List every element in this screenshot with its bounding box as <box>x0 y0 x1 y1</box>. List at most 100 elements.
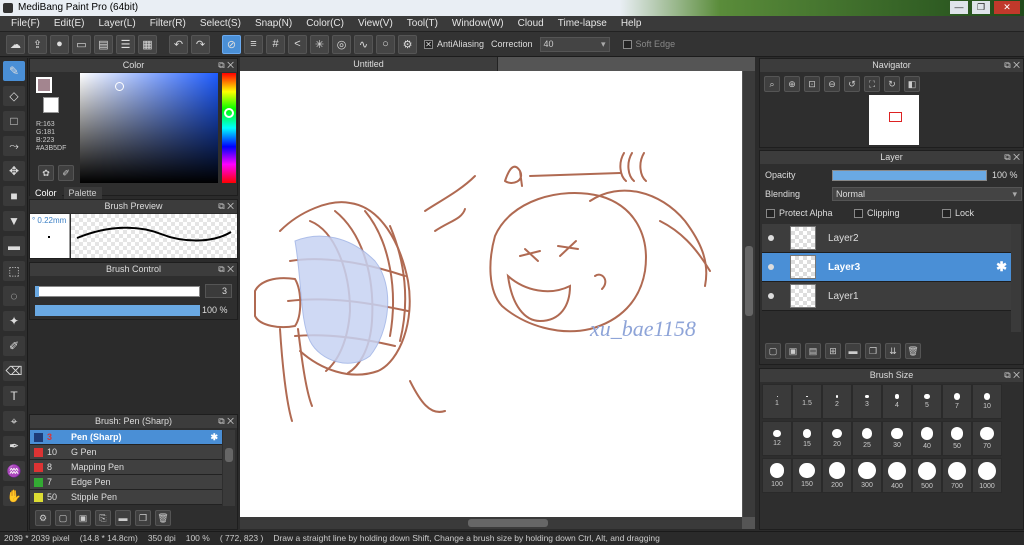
merge-layer-icon[interactable]: ⇊ <box>885 343 901 359</box>
foreground-color-swatch[interactable] <box>36 77 52 93</box>
hue-slider[interactable] <box>222 73 236 183</box>
antialias-toggle[interactable]: ✕ AntiAliasing <box>424 39 484 49</box>
blending-select[interactable]: Normal ▾ <box>832 187 1022 201</box>
new-halftone-layer-icon[interactable]: ▣ <box>785 343 801 359</box>
zoom-icon[interactable]: ⌕ <box>764 76 780 92</box>
brush-size-value[interactable]: 3 <box>205 284 232 298</box>
circle-snap-icon[interactable]: ○ <box>376 34 395 54</box>
brush-size-cell[interactable]: 500 <box>912 458 942 493</box>
brush-settings-icon[interactable]: ✱ <box>210 432 218 443</box>
brush-size-cell[interactable]: 25 <box>852 421 882 456</box>
grid-snap-icon[interactable]: # <box>266 34 285 54</box>
panel-controls[interactable]: ⧉ ✕ <box>218 415 234 428</box>
cloud-icon[interactable]: ☁ <box>6 34 25 54</box>
fill-rect-tool-icon[interactable]: ■ <box>3 186 25 206</box>
menu-color[interactable]: Color(C) <box>299 18 351 29</box>
eyedropper-icon[interactable]: ✒ <box>3 436 25 456</box>
curve-snap-icon[interactable]: ∿ <box>354 34 373 54</box>
menu-help[interactable]: Help <box>614 18 649 29</box>
menu-edit[interactable]: Edit(E) <box>47 18 92 29</box>
select-pen-icon[interactable]: ✐ <box>3 336 25 356</box>
comment-icon[interactable]: ● <box>50 34 69 54</box>
canvas-vertical-scrollbar[interactable] <box>743 71 755 517</box>
menu-filter[interactable]: Filter(R) <box>143 18 193 29</box>
maximize-button[interactable]: ❐ <box>972 1 990 14</box>
brush-folder-icon[interactable]: ▬ <box>115 510 131 526</box>
brush-duplicate-icon[interactable]: ❐ <box>135 510 151 526</box>
protect-alpha-checkbox[interactable] <box>766 208 775 218</box>
picker-icon[interactable]: ✐ <box>58 165 74 181</box>
brush-size-cell[interactable]: 3 <box>852 384 882 419</box>
correction-select[interactable]: 40 <box>539 36 610 52</box>
brush-size-cell[interactable]: 150 <box>792 458 822 493</box>
lock-toggle[interactable]: Lock <box>942 208 974 218</box>
text-tool-icon[interactable]: T <box>3 386 25 406</box>
select-tool-icon[interactable]: ⬚ <box>3 261 25 281</box>
eraser-tool-icon[interactable]: ◇ <box>3 86 25 106</box>
brush-import-icon[interactable]: ▣ <box>75 510 91 526</box>
brush-size-cell[interactable]: 100 <box>762 458 792 493</box>
undo-icon[interactable]: ↶ <box>169 34 188 54</box>
scrollbar-thumb[interactable] <box>225 448 233 462</box>
vanishing-snap-icon[interactable]: < <box>288 34 307 54</box>
panel-controls[interactable]: ⧉ ✕ <box>1004 151 1020 164</box>
concentric-snap-icon[interactable]: ◎ <box>332 34 351 54</box>
close-button[interactable]: ✕ <box>994 1 1020 14</box>
brush-size-cell[interactable]: 20 <box>822 421 852 456</box>
blur-tool-icon[interactable]: ♒ <box>3 461 25 481</box>
new-8bit-layer-icon[interactable]: ▤ <box>805 343 821 359</box>
layer-folder-icon[interactable]: ▬ <box>845 343 861 359</box>
navigator-viewport[interactable] <box>889 112 902 122</box>
bucket-tool-icon[interactable]: ▼ <box>3 211 25 231</box>
add-layer-menu-icon[interactable]: ⊞ <box>825 343 841 359</box>
menu-file[interactable]: File(F) <box>4 18 47 29</box>
soft-edge-toggle[interactable]: Soft Edge <box>622 39 675 49</box>
brush-size-cell[interactable]: 1 <box>762 384 792 419</box>
brush-size-cell[interactable]: 50 <box>942 421 972 456</box>
background-color-swatch[interactable] <box>43 97 59 113</box>
brush-list-scrollbar[interactable] <box>223 430 235 506</box>
magic-wand-icon[interactable]: ✦ <box>3 311 25 331</box>
scrollbar-thumb[interactable] <box>468 519 548 527</box>
brush-item-g-pen[interactable]: 10 G Pen <box>30 445 222 460</box>
document-tab[interactable]: Untitled <box>240 57 498 71</box>
brush-copy-icon[interactable]: ⎘ <box>95 510 111 526</box>
layer-settings-icon[interactable]: ✱ <box>996 259 1007 275</box>
brush-size-cell[interactable]: 1.5 <box>792 384 822 419</box>
panel-controls[interactable]: ⧉ ✕ <box>218 200 234 213</box>
brush-size-cell[interactable]: 4 <box>882 384 912 419</box>
line-tool-icon[interactable]: ⤳ <box>3 136 25 156</box>
list-icon[interactable]: ☰ <box>116 34 135 54</box>
brush-tool-icon[interactable]: ✎ <box>3 61 25 81</box>
zoom-out-icon[interactable]: ⊖ <box>824 76 840 92</box>
scrollbar-thumb[interactable] <box>745 246 753 316</box>
brush-size-cell[interactable]: 7 <box>942 384 972 419</box>
move-tool-icon[interactable]: ✥ <box>3 161 25 181</box>
saturation-value-picker[interactable] <box>80 73 218 183</box>
brush-size-cell[interactable]: 2 <box>822 384 852 419</box>
page-icon[interactable]: ▭ <box>72 34 91 54</box>
new-layer-icon[interactable]: ▢ <box>765 343 781 359</box>
layer-opacity-slider[interactable] <box>832 170 987 181</box>
layer-item-layer1[interactable]: Layer1 <box>762 282 1011 311</box>
brush-item-mapping-pen[interactable]: 8 Mapping Pen <box>30 460 222 475</box>
menu-cloud[interactable]: Cloud <box>511 18 551 29</box>
clipping-toggle[interactable]: Clipping <box>854 208 900 218</box>
protect-alpha-toggle[interactable]: Protect Alpha <box>766 208 833 218</box>
zoom-fit-icon[interactable]: ⊡ <box>804 76 820 92</box>
brush-size-cell[interactable]: 15 <box>792 421 822 456</box>
brush-add-icon[interactable]: ⚙ <box>35 510 51 526</box>
soft-edge-checkbox[interactable] <box>622 39 632 49</box>
gradient-tool-icon[interactable]: ▬ <box>3 236 25 256</box>
navigator-thumbnail[interactable] <box>869 95 919 145</box>
brush-size-cell[interactable]: 40 <box>912 421 942 456</box>
brush-size-cell[interactable]: 300 <box>852 458 882 493</box>
hand-tool-icon[interactable]: ✋ <box>3 486 25 506</box>
brush-size-cell[interactable]: 10 <box>972 384 1002 419</box>
brush-size-cell[interactable]: 70 <box>972 421 1002 456</box>
color-picker-knob[interactable] <box>115 82 124 91</box>
brush-size-cell[interactable]: 30 <box>882 421 912 456</box>
fit-window-icon[interactable]: ⛶ <box>864 76 880 92</box>
panel-controls[interactable]: ⧉ ✕ <box>218 59 234 72</box>
menu-timelapse[interactable]: Time-lapse <box>551 18 614 29</box>
